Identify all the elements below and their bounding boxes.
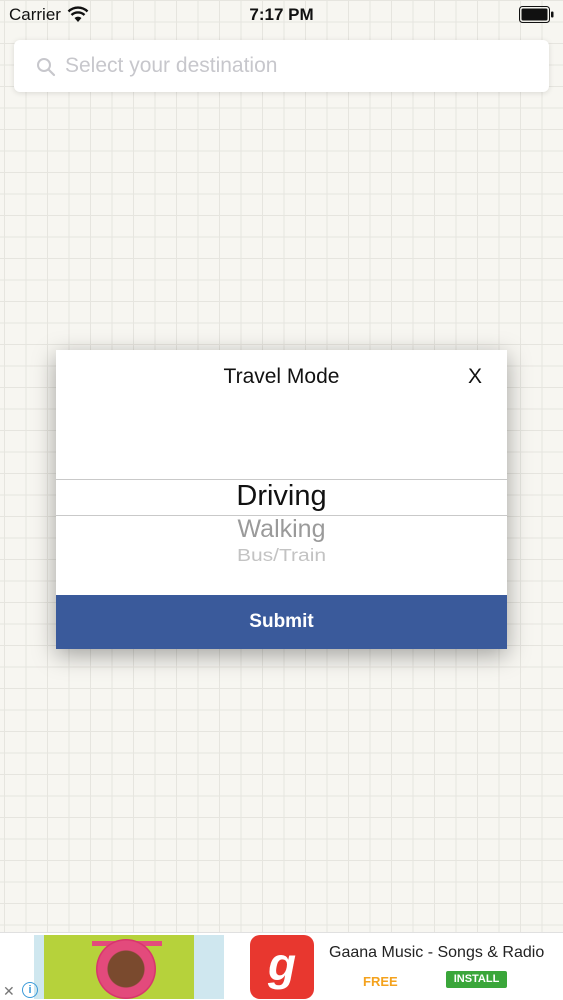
ad-close-icon[interactable]: ✕ xyxy=(3,984,17,998)
ad-album-art xyxy=(34,935,224,999)
status-time: 7:17 PM xyxy=(249,5,314,24)
battery-icon xyxy=(519,6,554,23)
ad-banner[interactable]: ✕ i g Gaana Music - Songs & Radio FREE I… xyxy=(0,932,563,1000)
submit-button[interactable]: Submit xyxy=(56,595,507,649)
picker-option-walking[interactable]: Walking xyxy=(56,515,507,544)
status-bar: Carrier 7:17 PM xyxy=(0,0,563,30)
ad-install-button[interactable]: INSTALL xyxy=(446,971,507,988)
ad-info-icon[interactable]: i xyxy=(22,982,38,998)
travel-mode-dialog: Travel Mode X Driving Walking Bus/Train … xyxy=(56,350,507,649)
travel-mode-picker[interactable]: Driving Walking Bus/Train xyxy=(56,408,507,586)
search-icon xyxy=(37,58,56,77)
ad-price-label: FREE xyxy=(363,974,398,989)
destination-search-input[interactable] xyxy=(65,50,535,82)
picker-option-bus-train[interactable]: Bus/Train xyxy=(56,546,507,566)
gaana-logo: g xyxy=(250,935,314,999)
destination-search-bar[interactable] xyxy=(14,40,549,92)
close-button[interactable]: X xyxy=(461,365,489,391)
picker-option-driving[interactable]: Driving xyxy=(56,480,507,513)
ad-app-title: Gaana Music - Songs & Radio xyxy=(329,944,545,961)
dialog-title: Travel Mode xyxy=(223,365,340,388)
